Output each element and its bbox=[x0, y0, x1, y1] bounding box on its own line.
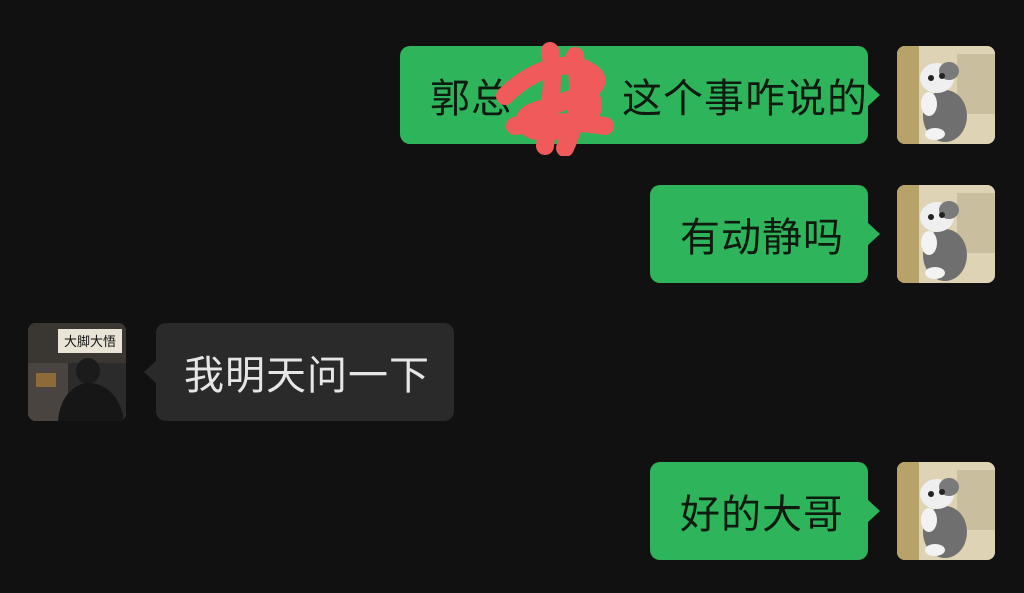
message-text: 有动静吗 bbox=[680, 215, 844, 261]
message-bubble-outgoing[interactable]: 有动静吗 bbox=[650, 185, 880, 283]
message-bubble-incoming[interactable]: 我明天问一下 bbox=[144, 323, 454, 421]
cat-avatar-icon bbox=[897, 185, 995, 283]
my-avatar[interactable] bbox=[897, 46, 995, 144]
contact-avatar[interactable]: 大脚大悟 bbox=[28, 323, 126, 421]
message-bubble-outgoing[interactable]: 好的大哥 bbox=[650, 462, 880, 560]
person-avatar-icon: 大脚大悟 bbox=[28, 323, 126, 421]
message-text: 我明天问一下 bbox=[184, 353, 430, 399]
message-text-part: 郭总 bbox=[430, 76, 512, 122]
sign-text: 大脚大悟 bbox=[64, 334, 116, 350]
my-avatar[interactable] bbox=[897, 462, 995, 560]
cat-avatar-icon bbox=[897, 462, 995, 560]
message-text-part: 这个事咋说的 bbox=[622, 76, 868, 122]
cat-avatar-icon bbox=[897, 46, 995, 144]
chat-history: 郭总 这个事咋说的 有动静吗 大脚大悟 我明天问一下 好的大哥 bbox=[0, 0, 1024, 593]
message-bubble-outgoing[interactable]: 郭总 这个事咋说的 bbox=[400, 46, 880, 144]
message-text: 好的大哥 bbox=[680, 492, 844, 538]
my-avatar[interactable] bbox=[897, 185, 995, 283]
